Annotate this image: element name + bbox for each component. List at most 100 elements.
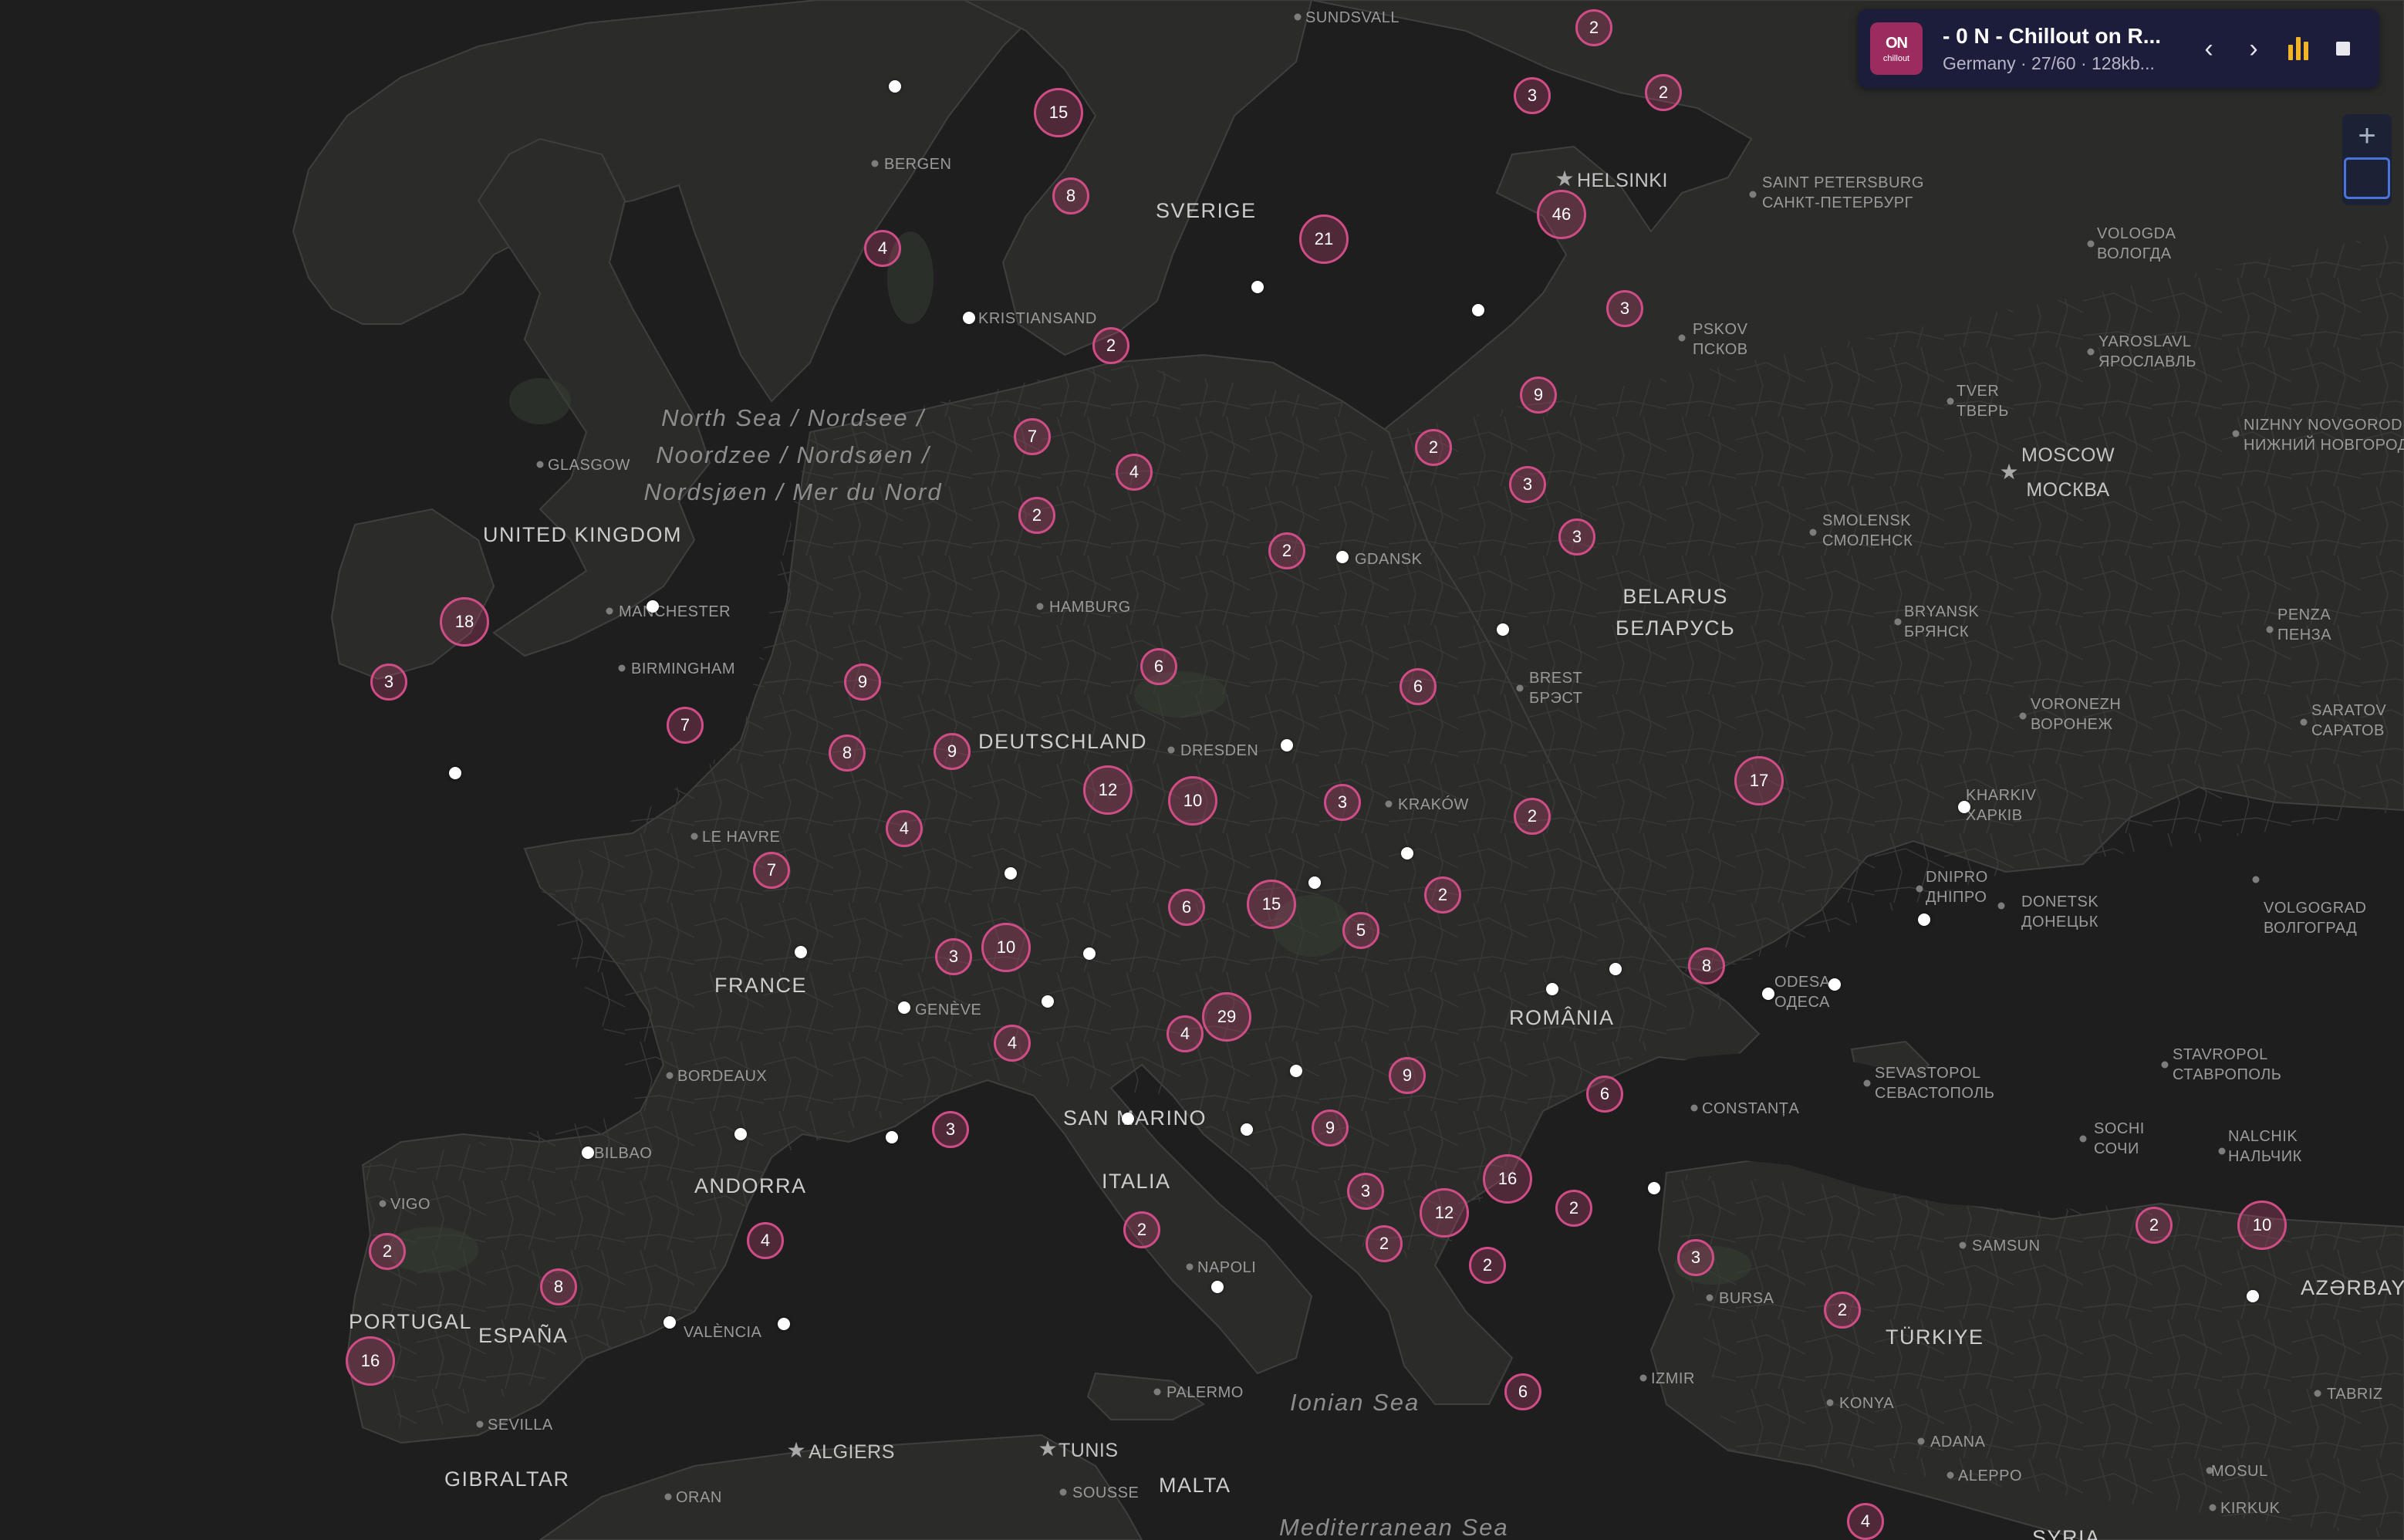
station-cluster[interactable]: 9	[1389, 1057, 1426, 1094]
station-cluster[interactable]: 3	[1347, 1173, 1384, 1210]
station-cluster[interactable]: 16	[346, 1336, 395, 1386]
station-cluster[interactable]: 10	[981, 923, 1031, 972]
station-cluster[interactable]: 2	[1575, 9, 1612, 46]
station-cluster[interactable]: 3	[1677, 1239, 1714, 1276]
station-dot[interactable]	[1251, 281, 1264, 293]
station-cluster[interactable]: 4	[747, 1222, 784, 1259]
station-cluster[interactable]: 3	[1558, 518, 1595, 556]
stop-button[interactable]	[2324, 29, 2362, 68]
station-dot[interactable]	[449, 767, 461, 779]
station-cluster[interactable]: 6	[1586, 1076, 1623, 1113]
station-cluster[interactable]: 8	[1052, 177, 1089, 214]
station-dot[interactable]	[647, 600, 659, 613]
station-cluster[interactable]: 2	[1268, 532, 1305, 569]
station-cluster[interactable]: 12	[1083, 765, 1133, 815]
station-cluster[interactable]: 16	[1483, 1154, 1532, 1204]
station-cluster[interactable]: 3	[370, 664, 407, 701]
station-cluster[interactable]: 2	[1555, 1190, 1592, 1227]
station-dot[interactable]	[1122, 1113, 1134, 1125]
station-dot[interactable]	[963, 312, 975, 324]
station-cluster[interactable]: 8	[540, 1268, 577, 1305]
station-cluster[interactable]: 2	[369, 1233, 406, 1270]
station-cluster[interactable]: 10	[2237, 1201, 2287, 1250]
station-cluster[interactable]: 8	[829, 735, 866, 772]
station-cluster[interactable]: 18	[440, 597, 489, 647]
equalizer-button[interactable]	[2279, 29, 2318, 68]
map-canvas[interactable]: SUNDSVALL BERGEN SVERIGE ★ HELSINKI SAIN…	[0, 0, 2404, 1540]
station-cluster[interactable]: 3	[1606, 290, 1643, 327]
station-dot[interactable]	[1918, 914, 1930, 926]
station-cluster[interactable]: 5	[1342, 912, 1379, 949]
station-dot[interactable]	[1828, 978, 1841, 991]
station-cluster[interactable]: 12	[1420, 1188, 1469, 1238]
station-cluster[interactable]: 2	[1469, 1247, 1506, 1284]
station-dot[interactable]	[1762, 988, 1774, 1000]
next-station-button[interactable]: ›	[2234, 29, 2273, 68]
station-dot[interactable]	[1281, 739, 1293, 751]
station-cluster[interactable]: 7	[1014, 418, 1051, 455]
station-cluster[interactable]: 2	[1415, 429, 1452, 466]
station-dot[interactable]	[663, 1316, 676, 1329]
station-dot[interactable]	[1497, 623, 1509, 636]
station-cluster[interactable]: 2	[1123, 1211, 1160, 1248]
station-cluster[interactable]: 2	[1092, 327, 1129, 364]
station-dot[interactable]	[778, 1318, 790, 1330]
station-cluster[interactable]: 4	[1847, 1503, 1884, 1540]
station-dot[interactable]	[889, 80, 901, 93]
station-dot[interactable]	[1472, 304, 1484, 316]
station-cluster[interactable]: 7	[667, 707, 704, 744]
station-cluster[interactable]: 3	[935, 938, 972, 975]
station-cluster[interactable]: 6	[1504, 1373, 1541, 1410]
station-cluster[interactable]: 2	[1514, 798, 1551, 835]
previous-station-button[interactable]: ‹	[2190, 29, 2228, 68]
station-cluster[interactable]: 46	[1537, 190, 1586, 239]
zoom-out-button[interactable]	[2344, 157, 2390, 199]
station-cluster[interactable]: 4	[994, 1025, 1031, 1062]
station-cluster[interactable]: 9	[844, 664, 881, 701]
station-dot[interactable]	[898, 1001, 910, 1014]
station-cluster[interactable]: 15	[1034, 88, 1083, 137]
station-cluster[interactable]: 2	[1424, 876, 1461, 914]
station-dot[interactable]	[2247, 1290, 2259, 1302]
station-cluster[interactable]: 6	[1168, 889, 1205, 926]
station-cluster[interactable]: 10	[1168, 776, 1217, 826]
station-dot[interactable]	[1211, 1281, 1224, 1293]
station-cluster[interactable]: 8	[1688, 947, 1725, 984]
station-cluster[interactable]: 9	[934, 733, 971, 770]
station-cluster[interactable]: 4	[1167, 1015, 1204, 1052]
station-dot[interactable]	[886, 1131, 898, 1143]
station-dot[interactable]	[1308, 876, 1321, 889]
station-cluster[interactable]: 3	[932, 1111, 969, 1148]
station-cluster[interactable]: 4	[886, 810, 923, 847]
station-dot[interactable]	[1083, 947, 1096, 960]
station-cluster[interactable]: 3	[1514, 77, 1551, 114]
station-cluster[interactable]: 6	[1400, 668, 1437, 705]
station-cluster[interactable]: 9	[1312, 1109, 1349, 1147]
station-dot[interactable]	[1609, 963, 1622, 975]
station-dot[interactable]	[1546, 983, 1558, 995]
station-cluster[interactable]: 29	[1202, 992, 1251, 1042]
station-dot[interactable]	[1958, 801, 1970, 813]
station-cluster[interactable]: 3	[1324, 784, 1361, 821]
station-cluster[interactable]: 2	[1645, 74, 1682, 111]
station-dot[interactable]	[1241, 1123, 1253, 1136]
station-dot[interactable]	[795, 946, 807, 958]
station-cluster[interactable]: 15	[1247, 880, 1296, 929]
station-cluster[interactable]: 2	[2136, 1207, 2173, 1244]
station-cluster[interactable]: 3	[1509, 466, 1546, 503]
station-cluster[interactable]: 6	[1140, 648, 1177, 685]
station-cluster[interactable]: 7	[753, 852, 790, 889]
station-dot[interactable]	[1004, 867, 1017, 880]
station-cluster[interactable]: 4	[864, 230, 901, 267]
station-dot[interactable]	[1648, 1182, 1660, 1194]
station-cluster[interactable]: 2	[1366, 1225, 1403, 1262]
zoom-in-button[interactable]: +	[2342, 114, 2392, 157]
station-dot[interactable]	[582, 1147, 594, 1159]
station-dot[interactable]	[1336, 551, 1349, 563]
station-dot[interactable]	[1401, 847, 1413, 859]
station-cluster[interactable]: 4	[1116, 454, 1153, 491]
station-cluster[interactable]: 9	[1520, 377, 1557, 414]
station-cluster[interactable]: 2	[1018, 497, 1055, 534]
station-dot[interactable]	[734, 1128, 747, 1140]
station-cluster[interactable]: 21	[1299, 214, 1349, 264]
